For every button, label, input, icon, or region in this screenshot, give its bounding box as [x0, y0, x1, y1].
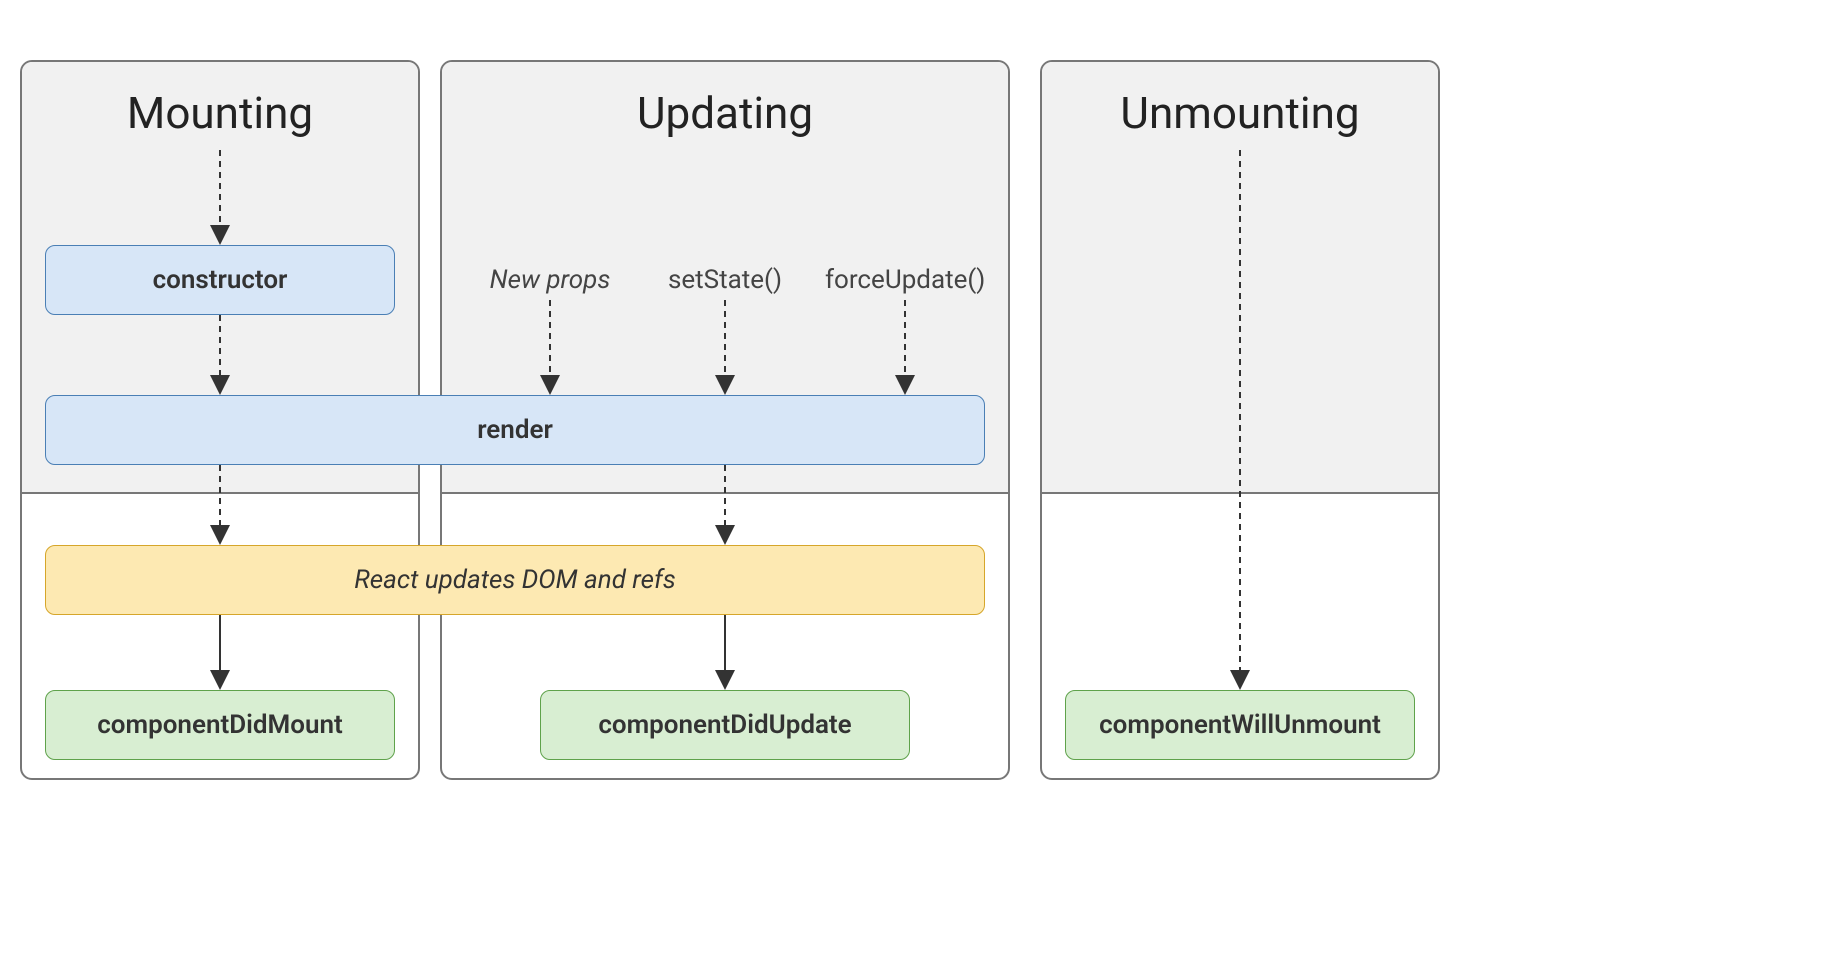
arrow-render-domupdate-updating [715, 465, 735, 545]
arrow-setstate-render [715, 300, 735, 395]
box-constructor[interactable]: constructor [45, 245, 395, 315]
arrow-domupdate-didupdate [715, 615, 735, 690]
box-dom-update-label: React updates DOM and refs [354, 565, 676, 595]
column-title-mounting: Mounting [22, 87, 418, 139]
box-render-label: render [477, 415, 553, 445]
box-render[interactable]: render [45, 395, 985, 465]
arrow-newprops-render [540, 300, 560, 395]
box-component-did-update[interactable]: componentDidUpdate [540, 690, 910, 760]
box-component-will-unmount[interactable]: componentWillUnmount [1065, 690, 1415, 760]
box-did-update-label: componentDidUpdate [598, 710, 851, 740]
trigger-new-props: New props [480, 265, 620, 295]
arrow-domupdate-didmount [210, 615, 230, 690]
box-dom-update: React updates DOM and refs [45, 545, 985, 615]
arrow-render-domupdate-mount [210, 465, 230, 545]
trigger-set-state: setState() [665, 265, 785, 295]
lifecycle-diagram: Mounting Updating Unmounting constructor… [0, 0, 1831, 961]
arrow-constructor-render [210, 315, 230, 395]
box-component-did-mount[interactable]: componentDidMount [45, 690, 395, 760]
arrow-unmount-long [1230, 150, 1250, 690]
column-title-updating: Updating [442, 87, 1008, 139]
arrow-forceupdate-render [895, 300, 915, 395]
column-title-unmounting: Unmounting [1042, 87, 1438, 139]
box-will-unmount-label: componentWillUnmount [1099, 710, 1381, 740]
box-constructor-label: constructor [153, 265, 288, 295]
arrow-mount-title-constructor [210, 150, 230, 245]
trigger-force-update: forceUpdate() [825, 265, 985, 295]
box-did-mount-label: componentDidMount [97, 710, 343, 740]
